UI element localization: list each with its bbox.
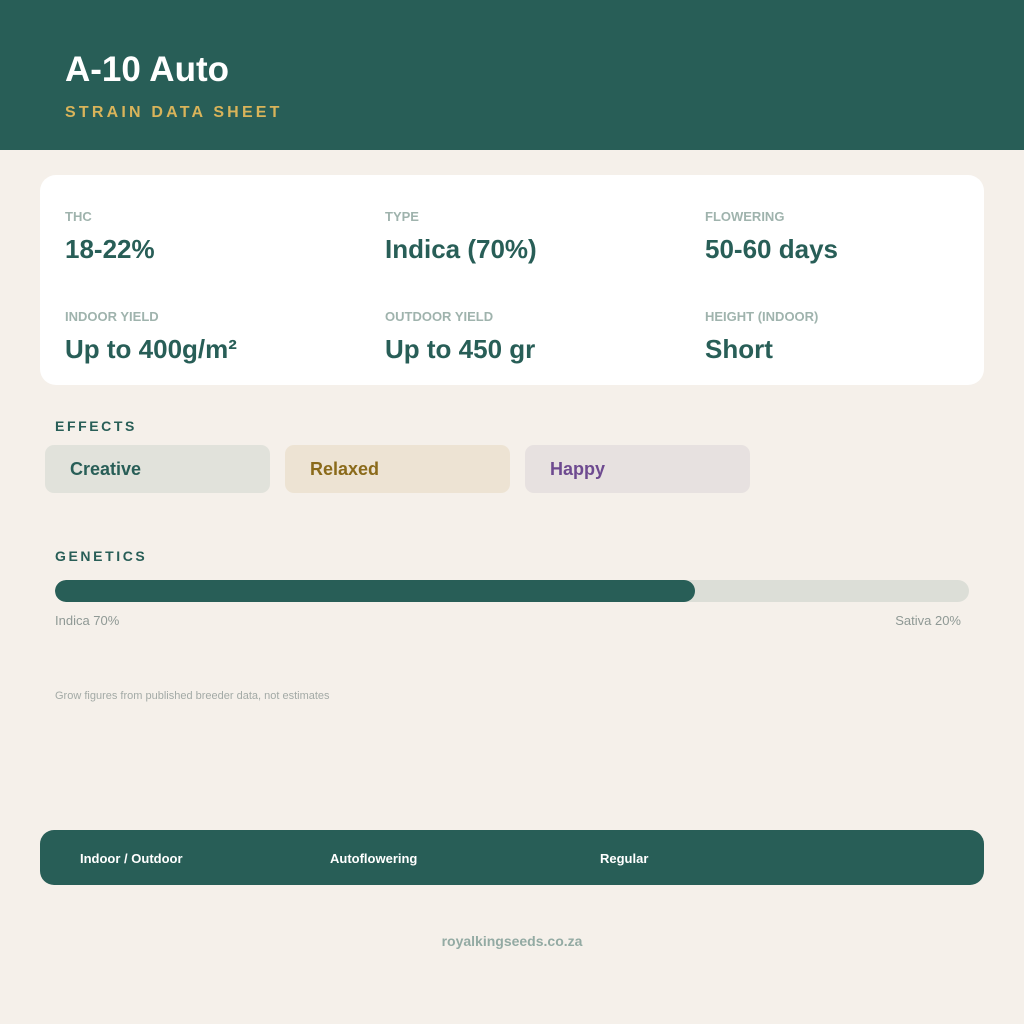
stat-label: INDOOR YIELD bbox=[65, 309, 159, 324]
stat-value: 18-22% bbox=[65, 234, 155, 264]
stat-type: TYPE Indica (70%) bbox=[385, 209, 685, 264]
stats-card: THC 18-22% TYPE Indica (70%) FLOWERING 5… bbox=[40, 175, 984, 385]
stat-label: TYPE bbox=[385, 209, 419, 224]
stat-value: 50-60 days bbox=[705, 234, 838, 264]
stat-thc: THC 18-22% bbox=[65, 209, 365, 264]
stat-label: OUTDOOR YIELD bbox=[385, 309, 494, 324]
sativa-label: Sativa 20% bbox=[895, 613, 961, 628]
indica-label: Indica 70% bbox=[55, 613, 120, 628]
stat-value: Up to 450 gr bbox=[385, 334, 536, 364]
footer-item-environment: Indoor / Outdoor bbox=[80, 851, 183, 866]
stat-value: Up to 400g/m² bbox=[65, 334, 237, 364]
footnote: Grow figures from published breeder data… bbox=[55, 690, 330, 702]
website-link[interactable]: royalkingseeds.co.za bbox=[0, 932, 1024, 950]
stat-flowering: FLOWERING 50-60 days bbox=[705, 209, 1005, 264]
genetics-heading: GENETICS bbox=[55, 548, 148, 564]
stat-value: Short bbox=[705, 334, 773, 364]
strain-title: A-10 Auto bbox=[65, 50, 229, 89]
strain-data-sheet: A-10 Auto STRAIN DATA SHEET THC 18-22% T… bbox=[0, 0, 1024, 1024]
effect-chip-happy: Happy bbox=[525, 445, 750, 493]
stat-outdoor-yield: OUTDOOR YIELD Up to 450 gr bbox=[385, 309, 685, 364]
footer-item-seed-type: Regular bbox=[600, 851, 649, 866]
stat-label: THC bbox=[65, 209, 92, 224]
stat-label: HEIGHT (INDOOR) bbox=[705, 309, 819, 324]
stat-indoor-yield: INDOOR YIELD Up to 400g/m² bbox=[65, 309, 365, 364]
footer-bar: Indoor / Outdoor Autoflowering Regular bbox=[40, 830, 984, 885]
genetics-bar-track bbox=[55, 580, 969, 602]
stat-label: FLOWERING bbox=[705, 209, 785, 224]
genetics-bar-fill bbox=[55, 580, 695, 602]
effects-heading: EFFECTS bbox=[55, 418, 137, 434]
stat-height: HEIGHT (INDOOR) Short bbox=[705, 309, 1005, 364]
header: A-10 Auto STRAIN DATA SHEET bbox=[0, 0, 1024, 150]
stat-value: Indica (70%) bbox=[385, 234, 537, 264]
effect-chip-relaxed: Relaxed bbox=[285, 445, 510, 493]
footer-item-flowering-type: Autoflowering bbox=[330, 851, 418, 866]
page-subtitle: STRAIN DATA SHEET bbox=[65, 104, 283, 121]
effect-chip-creative: Creative bbox=[45, 445, 270, 493]
